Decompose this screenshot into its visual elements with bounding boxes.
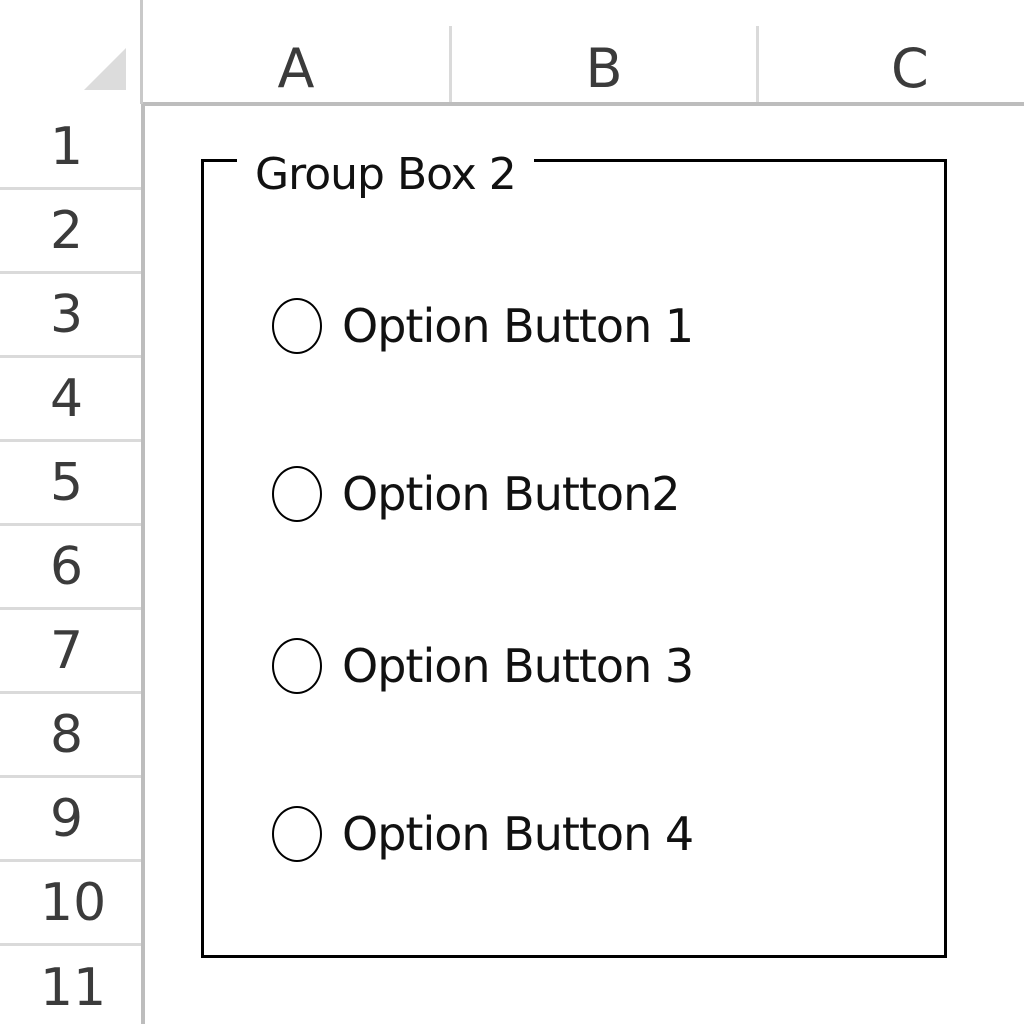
select-all-button[interactable] xyxy=(0,0,143,104)
option-button-label: Option Button 3 xyxy=(342,639,694,693)
row-header-8[interactable]: 8 xyxy=(0,694,141,778)
group-box-label: Group Box 2 xyxy=(237,140,534,210)
column-header-divider xyxy=(143,102,1024,106)
row-header-3[interactable]: 3 xyxy=(0,274,141,358)
column-header-c[interactable]: C xyxy=(759,26,1024,104)
row-header-6[interactable]: 6 xyxy=(0,526,141,610)
option-button-3[interactable]: Option Button 3 xyxy=(272,634,694,698)
radio-circle-icon[interactable] xyxy=(272,466,322,522)
row-header-column: 1 2 3 4 5 6 7 8 9 10 11 xyxy=(0,106,143,1024)
row-header-10[interactable]: 10 xyxy=(0,862,141,946)
row-header-7[interactable]: 7 xyxy=(0,610,141,694)
option-button-1[interactable]: Option Button 1 xyxy=(272,294,694,358)
option-button-2[interactable]: Option Button2 xyxy=(272,462,680,526)
row-header-5[interactable]: 5 xyxy=(0,442,141,526)
column-header-b[interactable]: B xyxy=(452,26,759,104)
row-header-11[interactable]: 11 xyxy=(0,946,141,1030)
radio-circle-icon[interactable] xyxy=(272,806,322,862)
row-header-2[interactable]: 2 xyxy=(0,190,141,274)
row-header-divider xyxy=(141,104,145,1024)
option-button-label: Option Button 1 xyxy=(342,299,694,353)
radio-circle-icon[interactable] xyxy=(272,298,322,354)
option-button-4[interactable]: Option Button 4 xyxy=(272,802,694,866)
option-button-label: Option Button 4 xyxy=(342,807,694,861)
row-header-1[interactable]: 1 xyxy=(0,106,141,190)
select-all-triangle-icon xyxy=(84,48,126,90)
row-header-9[interactable]: 9 xyxy=(0,778,141,862)
option-button-label: Option Button2 xyxy=(342,467,680,521)
row-header-4[interactable]: 4 xyxy=(0,358,141,442)
column-header-a[interactable]: A xyxy=(143,26,452,104)
radio-circle-icon[interactable] xyxy=(272,638,322,694)
